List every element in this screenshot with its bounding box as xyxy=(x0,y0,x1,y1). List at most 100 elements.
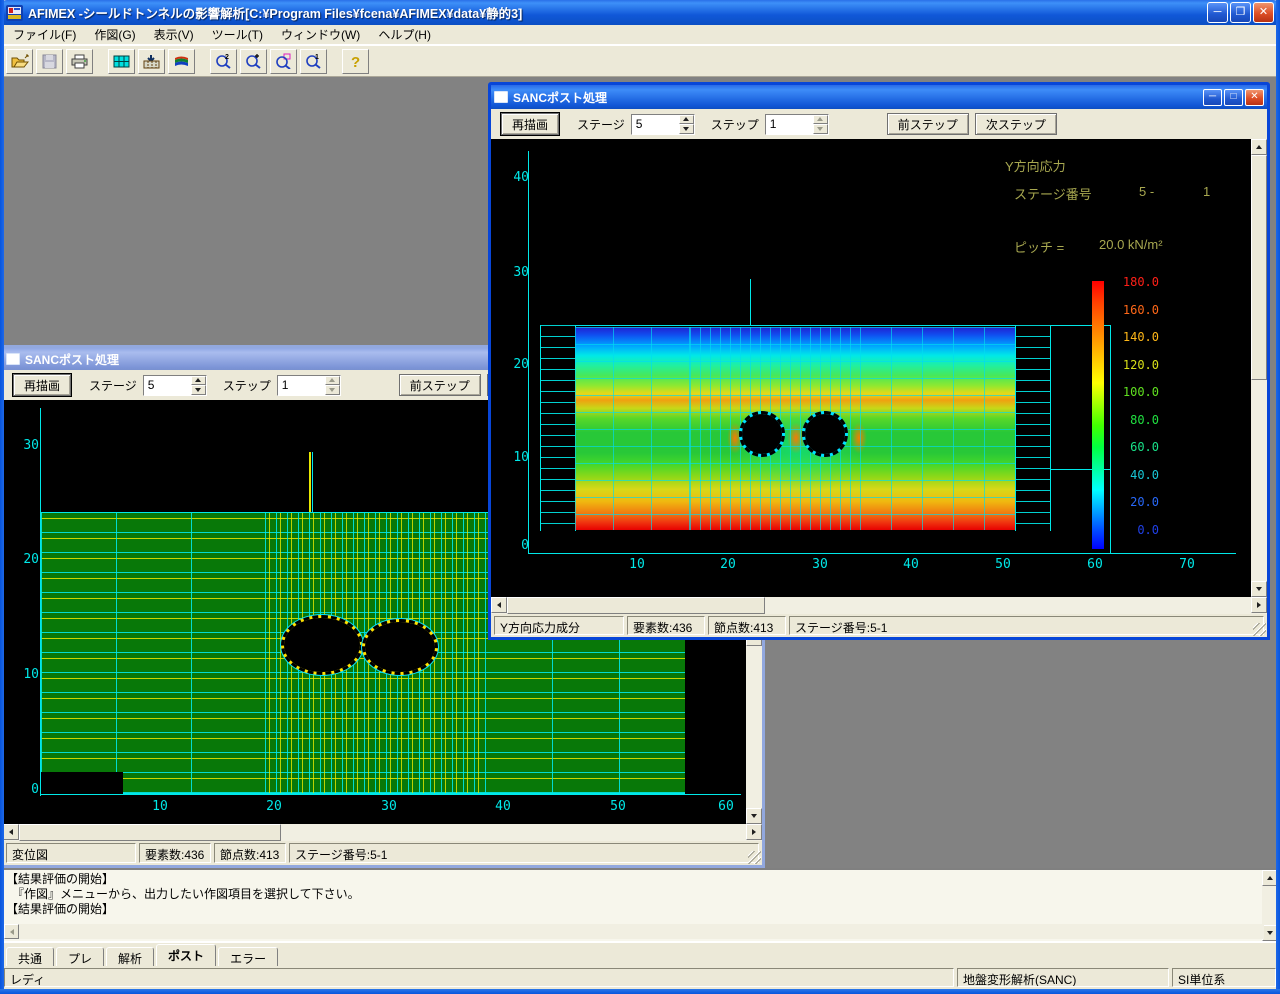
mesh-left-extension xyxy=(540,325,576,531)
menu-view[interactable]: 表示(V) xyxy=(145,24,203,45)
fg-post-window[interactable]: SANCポスト処理 ─ □ ✕ 再描画 ステージ 5 ステップ 1 xyxy=(488,82,1270,640)
child-minimize-button[interactable]: ─ xyxy=(1203,89,1222,106)
step-value[interactable]: 1 xyxy=(278,376,325,395)
menu-file[interactable]: ファイル(F) xyxy=(4,24,85,45)
contour-icon xyxy=(173,55,190,68)
tab-analysis[interactable]: 解析 xyxy=(106,947,154,966)
bg-horizontal-scrollbar[interactable] xyxy=(3,824,762,841)
menu-help[interactable]: ヘルプ(H) xyxy=(369,24,440,45)
zoom-fit-icon xyxy=(245,53,262,69)
y-tick-label: 20 xyxy=(497,357,529,372)
tab-post[interactable]: ポスト xyxy=(156,944,216,966)
bg-window-icon xyxy=(6,353,20,365)
scroll-left-icon[interactable] xyxy=(491,597,507,613)
tab-common[interactable]: 共通 xyxy=(6,947,54,966)
legend-value: 20.0 xyxy=(1113,495,1159,509)
tab-pre[interactable]: プレ xyxy=(56,947,104,966)
scrollbar-thumb[interactable] xyxy=(1251,155,1267,380)
stage-value[interactable]: 5 xyxy=(632,115,679,134)
step-up-icon[interactable] xyxy=(813,115,828,125)
fg-plot-canvas[interactable]: 40 30 20 10 0 10 20 30 40 50 60 70 Y方向応力… xyxy=(491,139,1251,597)
prev-step-button[interactable]: 前ステップ xyxy=(887,113,969,135)
scrollbar-thumb[interactable] xyxy=(507,597,765,614)
redraw-button[interactable]: 再描画 xyxy=(13,374,71,396)
main-toolbar: 2 1 ? xyxy=(0,45,1280,77)
y-tick-label: 0 xyxy=(497,538,529,553)
stage-value[interactable]: 5 xyxy=(144,376,191,395)
zoom-x1-button[interactable]: 1 xyxy=(300,49,327,74)
zoom-x2-button[interactable]: 2 xyxy=(210,49,237,74)
minimize-button[interactable]: ─ xyxy=(1207,2,1228,23)
stage-down-icon[interactable] xyxy=(679,124,694,134)
scrollbar-thumb[interactable] xyxy=(19,824,281,841)
scroll-right-icon[interactable] xyxy=(746,824,762,840)
restore-button[interactable]: ❐ xyxy=(1230,2,1251,23)
stage-spinner[interactable]: 5 xyxy=(143,375,207,396)
scroll-right-icon[interactable] xyxy=(1251,597,1267,613)
save-button[interactable] xyxy=(36,49,63,74)
scroll-up-icon[interactable] xyxy=(1251,139,1267,155)
stage-down-icon[interactable] xyxy=(191,385,206,395)
stage-label: ステージ xyxy=(89,377,137,394)
contour-view-button[interactable] xyxy=(168,49,195,74)
mesh-import-button[interactable] xyxy=(138,49,165,74)
tab-error[interactable]: エラー xyxy=(218,947,278,966)
pitch-value: 20.0 kN/m² xyxy=(1099,237,1163,252)
step-spinner[interactable]: 1 xyxy=(277,375,341,396)
mesh-right-extension xyxy=(1015,325,1051,531)
step-up-icon[interactable] xyxy=(325,376,340,386)
menu-window[interactable]: ウィンドウ(W) xyxy=(272,24,369,45)
redraw-button[interactable]: 再描画 xyxy=(501,113,559,135)
fg-window-titlebar[interactable]: SANCポスト処理 ─ □ ✕ xyxy=(491,85,1267,109)
status-stage: ステージ番号:5-1 xyxy=(289,843,759,863)
menu-tools[interactable]: ツール(T) xyxy=(203,24,272,45)
step-down-icon[interactable] xyxy=(813,124,828,134)
step-spinner[interactable]: 1 xyxy=(765,114,829,135)
resize-grip[interactable] xyxy=(1253,623,1266,636)
fg-window-toolbar: 再描画 ステージ 5 ステップ 1 前ステップ 次ステップ xyxy=(491,109,1267,139)
scroll-down-icon[interactable] xyxy=(1251,581,1267,597)
print-button[interactable] xyxy=(66,49,93,74)
menu-draw[interactable]: 作図(G) xyxy=(85,24,144,45)
stage-spinner[interactable]: 5 xyxy=(631,114,695,135)
help-button[interactable]: ? xyxy=(342,49,369,74)
prev-step-button[interactable]: 前ステップ xyxy=(399,374,481,396)
y-tick-label: 10 xyxy=(497,450,529,465)
zoom-window-icon xyxy=(275,53,292,69)
stage-up-icon[interactable] xyxy=(191,376,206,386)
application-window: AFIMEX -シールドトンネルの影響解析[C:¥Program Files¥f… xyxy=(0,0,1280,994)
child-close-button[interactable]: ✕ xyxy=(1245,89,1264,106)
zoom-window-button[interactable] xyxy=(270,49,297,74)
child-maximize-button[interactable]: □ xyxy=(1224,89,1243,106)
zoom-x1-icon: 1 xyxy=(305,53,322,69)
zoom-x2-icon: 2 xyxy=(215,53,232,69)
bg-window-statusbar: 変位図 要素数:436 節点数:413 ステージ番号:5-1 xyxy=(3,841,762,865)
resize-grip[interactable] xyxy=(748,851,761,864)
status-analysis-type: 地盤変形解析(SANC) xyxy=(957,968,1169,987)
status-unit-system: SI単位系 xyxy=(1172,968,1276,987)
x-tick-label: 50 xyxy=(988,557,1018,572)
x-tick-label: 60 xyxy=(1080,557,1110,572)
next-step-button[interactable]: 次ステップ xyxy=(975,113,1057,135)
scroll-down-icon[interactable] xyxy=(746,808,762,824)
step-down-icon[interactable] xyxy=(325,385,340,395)
stage-up-icon[interactable] xyxy=(679,115,694,125)
scroll-left-icon[interactable] xyxy=(3,824,19,840)
open-button[interactable] xyxy=(6,49,33,74)
fg-vertical-scrollbar[interactable] xyxy=(1251,139,1267,597)
status-nodes: 節点数:413 xyxy=(708,616,786,635)
legend-value: 100.0 xyxy=(1113,385,1159,399)
mesh-view-button[interactable] xyxy=(108,49,135,74)
scroll-left-icon[interactable] xyxy=(4,924,19,939)
zoom-fit-button[interactable] xyxy=(240,49,267,74)
status-ready: レディ xyxy=(4,968,954,987)
help-icon: ? xyxy=(350,53,362,69)
log-horizontal-scrollbar[interactable] xyxy=(4,924,1264,939)
fg-horizontal-scrollbar[interactable] xyxy=(491,597,1267,614)
x-tick-label: 50 xyxy=(603,799,633,814)
window-border-right xyxy=(1276,0,1280,994)
step-value[interactable]: 1 xyxy=(766,115,813,134)
mesh-icon xyxy=(113,55,130,68)
close-button[interactable]: ✕ xyxy=(1253,2,1274,23)
stress-contour-mesh xyxy=(575,327,1015,530)
